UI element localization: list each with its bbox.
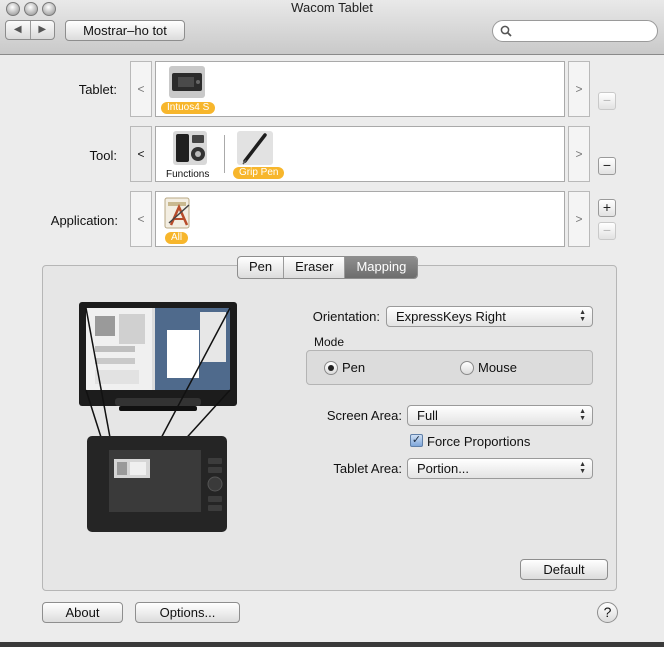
tablet-item-label: Intuos4 S	[161, 102, 216, 114]
remove-application-button[interactable]: −	[598, 222, 616, 240]
tablet-next-arrow[interactable]: >	[568, 61, 590, 117]
application-list: All	[155, 191, 565, 247]
application-row-label: Application:	[50, 213, 118, 228]
tab-eraser[interactable]: Eraser	[284, 257, 346, 278]
orientation-value: ExpressKeys Right	[396, 309, 506, 324]
tablet-area-value: Portion...	[417, 461, 470, 476]
tool-grip-pen-label: Grip Pen	[233, 167, 285, 179]
tool-prev-arrow[interactable]: <	[130, 126, 152, 182]
tablet-list: Intuos4 S	[155, 61, 565, 117]
tool-row-label: Tool:	[89, 148, 117, 163]
options-button[interactable]: Options...	[135, 602, 240, 623]
tab-mapping[interactable]: Mapping	[345, 257, 418, 278]
tablet-area-popup[interactable]: Portion... ▲ ▼	[407, 458, 593, 479]
popup-arrows-icon: ▲ ▼	[579, 461, 586, 475]
mapping-preview-illustration	[79, 302, 237, 532]
window-title: Wacom Tablet	[291, 0, 373, 15]
functions-icon	[173, 131, 207, 165]
application-item-label: All	[165, 232, 189, 244]
application-next-arrow[interactable]: >	[568, 191, 590, 247]
about-button[interactable]: About	[42, 602, 123, 623]
help-button[interactable]: ?	[597, 602, 618, 623]
mode-mouse-label[interactable]: Mouse	[478, 360, 517, 375]
popup-arrows-icon: ▲ ▼	[579, 309, 586, 323]
mode-pen-radio[interactable]	[324, 361, 338, 375]
orientation-popup[interactable]: ExpressKeys Right ▲ ▼	[386, 306, 593, 327]
tool-divider	[224, 135, 225, 173]
orientation-label: Orientation:	[312, 309, 380, 324]
application-prev-arrow[interactable]: <	[130, 191, 152, 247]
remove-tablet-button[interactable]: −	[598, 92, 616, 110]
search-field[interactable]	[492, 20, 658, 42]
tool-item-functions[interactable]: Functions	[166, 130, 226, 180]
mode-mouse-radio[interactable]	[460, 361, 474, 375]
search-input[interactable]	[515, 23, 655, 39]
forward-icon[interactable]: ▶	[31, 21, 55, 39]
tool-next-arrow[interactable]: >	[568, 126, 590, 182]
tool-list: Functions Grip Pen	[155, 126, 565, 182]
back-icon[interactable]: ◀	[6, 21, 31, 39]
remove-tool-button[interactable]: −	[598, 157, 616, 175]
tablet-area-label: Tablet Area:	[333, 461, 402, 476]
tool-functions-label: Functions	[166, 169, 210, 180]
preferences-window: Wacom Tablet ◀ ▶ Mostrar–ho tot Tablet: …	[0, 0, 664, 642]
back-forward-control: ◀ ▶	[5, 20, 55, 40]
mode-pen-label[interactable]: Pen	[342, 360, 365, 375]
popup-arrows-icon: ▲ ▼	[579, 408, 586, 422]
force-proportions-checkbox[interactable]: ✓	[410, 434, 423, 447]
tablet-icon	[169, 66, 205, 98]
screen-area-label: Screen Area:	[326, 408, 402, 423]
grip-pen-icon	[237, 131, 273, 165]
title-bar: Wacom Tablet ◀ ▶ Mostrar–ho tot	[0, 0, 664, 55]
force-proportions-label[interactable]: Force Proportions	[427, 434, 530, 449]
tab-pen[interactable]: Pen	[238, 257, 285, 278]
search-icon	[500, 25, 512, 37]
screen-area-value: Full	[417, 408, 438, 423]
tablet-prev-arrow[interactable]: <	[130, 61, 152, 117]
mode-group: Pen Mouse	[306, 350, 593, 385]
tablet-row-label: Tablet:	[78, 82, 117, 97]
applications-icon	[164, 197, 190, 229]
mode-group-label: Mode	[314, 335, 345, 349]
default-button[interactable]: Default	[520, 559, 608, 580]
settings-tabs: Pen Eraser Mapping	[237, 256, 419, 279]
show-all-button[interactable]: Mostrar–ho tot	[65, 20, 185, 41]
add-application-button[interactable]: +	[598, 199, 616, 217]
screen-area-popup[interactable]: Full ▲ ▼	[407, 405, 593, 426]
